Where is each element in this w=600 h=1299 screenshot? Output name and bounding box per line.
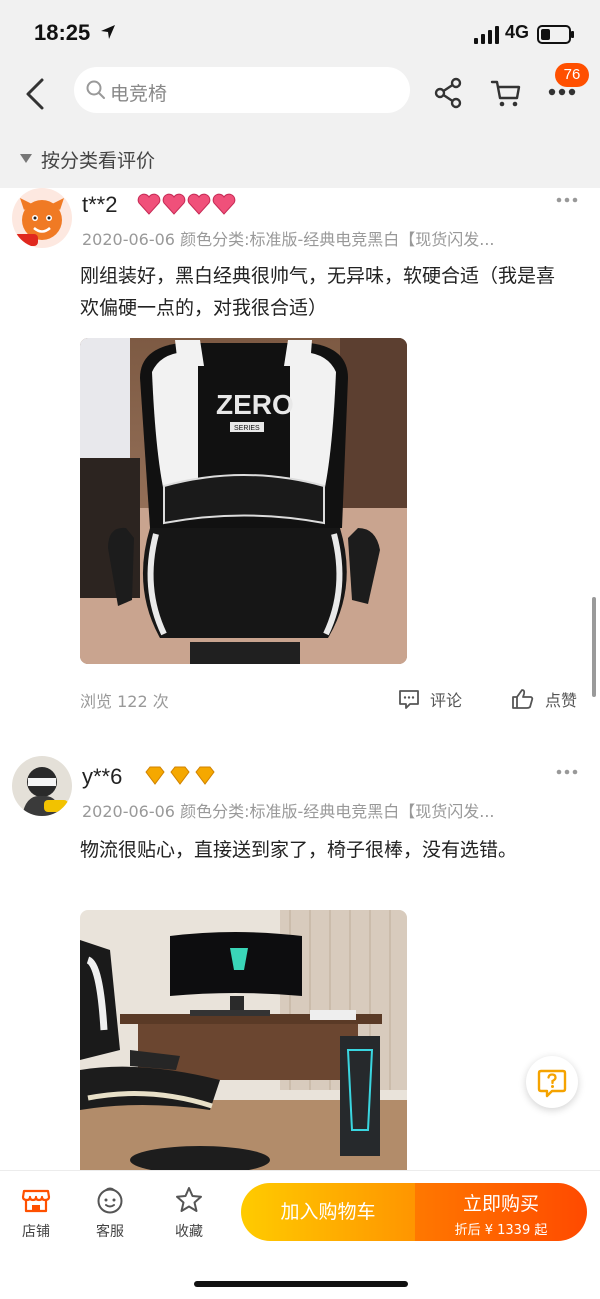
shop-icon <box>21 1189 51 1213</box>
avatar[interactable] <box>12 756 72 816</box>
desk-setup-photo <box>80 910 407 1170</box>
network-label: 4G <box>505 22 530 42</box>
cart-icon[interactable] <box>490 76 522 110</box>
like-label: 点赞 <box>545 691 578 710</box>
favorite-button[interactable]: 收藏 <box>161 1185 217 1241</box>
discount-price: 折后 ¥ 1339 起 <box>454 1223 548 1238</box>
status-time: 18:25 <box>34 20 91 45</box>
view-count: 浏览 122 次 <box>80 692 169 711</box>
share-icon[interactable] <box>433 76 463 110</box>
home-indicator[interactable] <box>194 1281 408 1287</box>
more-options-icon[interactable] <box>556 196 578 204</box>
like-button[interactable]: 点赞 <box>511 684 577 714</box>
comment-button[interactable]: 评论 <box>398 684 462 714</box>
triangle-down-icon <box>20 154 32 163</box>
buy-now-label: 立即购买 <box>462 1193 539 1215</box>
search-icon <box>86 80 105 99</box>
username: y**6 <box>82 764 123 789</box>
review-meta: 2020-06-06 颜色分类:标准版-经典电竞黑白【现货闪发... <box>82 802 495 821</box>
search-input[interactable]: 电竞椅 <box>74 67 410 113</box>
avatar[interactable] <box>12 188 72 248</box>
shop-label: 店铺 <box>22 1224 50 1240</box>
signal-icon <box>474 26 499 44</box>
question-chat-icon <box>537 1069 567 1098</box>
photo-text-zero: ZERO <box>216 389 294 420</box>
avatar-cartoon-icon <box>12 188 72 248</box>
location-arrow-icon <box>101 25 115 39</box>
review-text: 物流很贴心，直接送到家了，椅子很棒，没有选错。 <box>80 839 518 861</box>
more-icon[interactable] <box>548 86 576 98</box>
user-level-diamonds-icon <box>145 766 215 785</box>
thumbs-up-icon <box>512 689 534 709</box>
user-level-hearts-icon <box>137 193 236 215</box>
filter-label: 按分类看评价 <box>41 150 156 172</box>
username: t**2 <box>82 192 118 217</box>
star-icon <box>176 1187 202 1212</box>
help-button[interactable] <box>526 1056 578 1108</box>
bottom-action-bar: 店铺 客服 收藏 加入购物车 立即购买 折后 ¥ 1339 起 <box>0 1170 600 1299</box>
comment-icon <box>399 690 419 709</box>
service-face-icon <box>97 1187 123 1214</box>
search-header: 电竞椅 76 <box>0 63 600 126</box>
review-text: 刚组装好，黑白经典很帅气，无异味，软硬合适（我是喜欢偏硬一点的，对我很合适） <box>80 265 556 319</box>
scrollbar[interactable] <box>592 597 596 697</box>
review-card: t**2 2020-06-06 颜色分类:标准版-经典电竞黑白【现货闪发... … <box>0 188 600 728</box>
service-label: 客服 <box>96 1224 124 1240</box>
back-icon[interactable] <box>20 76 54 112</box>
buy-now-button[interactable]: 立即购买 折后 ¥ 1339 起 <box>415 1183 587 1241</box>
review-stats-row: 浏览 122 次 评论 点赞 <box>0 684 600 714</box>
review-meta: 2020-06-06 颜色分类:标准版-经典电竞黑白【现货闪发... <box>82 230 495 249</box>
status-bar: 18:25 4G <box>0 0 600 66</box>
favorite-label: 收藏 <box>175 1224 203 1240</box>
add-to-cart-button[interactable]: 加入购物车 <box>241 1183 415 1241</box>
filter-row[interactable]: 按分类看评价 <box>0 126 600 188</box>
add-to-cart-label: 加入购物车 <box>280 1201 376 1223</box>
search-query: 电竞椅 <box>110 83 168 105</box>
review-card: y**6 2020-06-06 颜色分类:标准版-经典电竞黑白【现货闪发... … <box>0 756 600 1170</box>
cart-count-badge: 76 <box>555 63 589 87</box>
avatar-character-icon <box>12 756 72 816</box>
shop-button[interactable]: 店铺 <box>8 1185 64 1241</box>
more-options-icon[interactable] <box>556 768 578 776</box>
customer-service-button[interactable]: 客服 <box>82 1185 138 1241</box>
review-photo[interactable] <box>80 910 407 1170</box>
comment-label: 评论 <box>430 691 463 710</box>
gaming-chair-photo: ZERO SERIES <box>80 338 407 664</box>
review-photo[interactable]: ZERO SERIES <box>80 338 407 664</box>
battery-icon <box>537 25 574 44</box>
photo-text-series: SERIES <box>234 425 260 432</box>
